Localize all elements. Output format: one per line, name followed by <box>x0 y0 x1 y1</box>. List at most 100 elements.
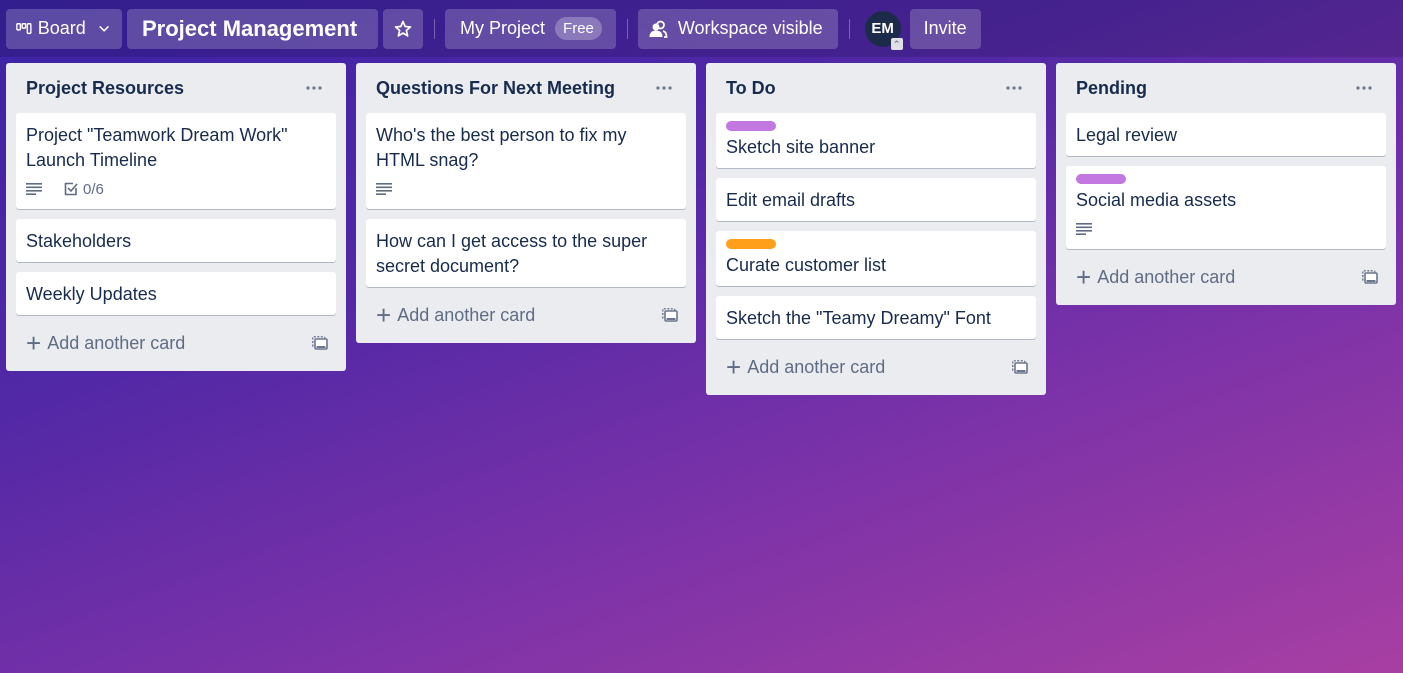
card-template-icon <box>1362 270 1378 284</box>
list-footer: + Add another card <box>366 297 686 333</box>
more-icon <box>656 86 672 90</box>
add-card-button[interactable]: + Add another card <box>726 354 885 380</box>
member-avatar[interactable]: EM ⌃ <box>864 10 903 50</box>
list-header: Questions For Next Meeting <box>366 63 686 113</box>
checklist-icon <box>64 182 78 196</box>
card[interactable]: Sketch the "Teamy Dreamy" Font <box>716 296 1036 339</box>
card-title: Weekly Updates <box>26 284 157 304</box>
add-card-button[interactable]: + Add another card <box>1076 264 1235 290</box>
create-from-template-button[interactable] <box>1012 360 1028 374</box>
list-pending: Pending Legal review Social media assets… <box>1056 63 1396 305</box>
board-view-switcher[interactable]: Board <box>6 8 122 49</box>
description-icon <box>1076 223 1092 235</box>
list-title[interactable]: To Do <box>726 78 776 99</box>
board-header: Board Project Management My Project Free… <box>0 0 1403 57</box>
list-questions-for-next-meeting: Questions For Next Meeting Who's the bes… <box>356 63 696 343</box>
create-from-template-button[interactable] <box>312 336 328 350</box>
list-title[interactable]: Questions For Next Meeting <box>376 78 615 99</box>
list-footer: + Add another card <box>716 349 1036 385</box>
card[interactable]: Legal review <box>1066 113 1386 156</box>
card-title: Sketch the "Teamy Dreamy" Font <box>726 308 991 328</box>
card[interactable]: Stakeholders <box>16 219 336 262</box>
list-header: Project Resources <box>16 63 336 113</box>
card-label-purple[interactable] <box>1076 174 1126 184</box>
card-template-icon <box>312 336 328 350</box>
more-icon <box>1006 86 1022 90</box>
plus-icon: + <box>376 300 392 330</box>
card[interactable]: Project "Teamwork Dream Work" Launch Tim… <box>16 113 336 209</box>
card-template-icon <box>662 308 678 322</box>
card-title: Curate customer list <box>726 255 887 275</box>
add-card-label: Add another card <box>47 332 186 353</box>
more-icon <box>306 86 322 90</box>
plan-badge: Free <box>555 17 602 40</box>
card[interactable]: Who's the best person to fix my HTML sna… <box>366 113 686 209</box>
card-title: Project "Teamwork Dream Work" Launch Tim… <box>26 125 288 170</box>
card[interactable]: How can I get access to the super secret… <box>366 219 686 287</box>
list-footer: + Add another card <box>16 325 336 361</box>
card[interactable]: Social media assets <box>1066 166 1386 249</box>
list-title[interactable]: Pending <box>1076 78 1147 99</box>
card[interactable]: Curate customer list <box>716 231 1036 286</box>
add-card-label: Add another card <box>1097 266 1236 287</box>
chevron-down-icon <box>98 25 109 32</box>
description-icon <box>376 183 392 195</box>
invite-button[interactable]: Invite <box>909 8 981 49</box>
header-divider <box>434 18 435 39</box>
board-title[interactable]: Project Management <box>127 8 378 49</box>
card-title: Edit email drafts <box>726 190 856 210</box>
list-project-resources: Project Resources Project "Teamwork Drea… <box>6 63 346 371</box>
card-label-purple[interactable] <box>726 121 776 131</box>
workspace-name: My Project <box>460 18 546 38</box>
workspace-visible-icon <box>649 20 668 38</box>
add-card-label: Add another card <box>397 304 536 325</box>
card-title: Stakeholders <box>26 231 132 251</box>
list-header: To Do <box>716 63 1036 113</box>
list-footer: + Add another card <box>1066 259 1386 295</box>
checklist-count: 0/6 <box>83 180 104 198</box>
description-badge <box>376 183 392 195</box>
description-icon <box>26 183 42 195</box>
list-to-do: To Do Sketch site banner Edit email draf… <box>706 63 1046 395</box>
create-from-template-button[interactable] <box>662 308 678 322</box>
card[interactable]: Sketch site banner <box>716 113 1036 168</box>
card-title: How can I get access to the super secret… <box>376 231 648 276</box>
create-from-template-button[interactable] <box>1362 270 1378 284</box>
list-menu-button[interactable] <box>652 76 676 100</box>
card-label-orange[interactable] <box>726 239 776 249</box>
workspace-button[interactable]: My Project Free <box>445 8 616 49</box>
list-menu-button[interactable] <box>302 76 326 100</box>
card[interactable]: Weekly Updates <box>16 272 336 315</box>
visibility-button[interactable]: Workspace visible <box>637 8 838 49</box>
admin-chevron-icon: ⌃ <box>890 37 903 50</box>
visibility-label: Workspace visible <box>677 18 823 38</box>
star-icon <box>394 20 412 37</box>
card-template-icon <box>1012 360 1028 374</box>
star-button[interactable] <box>383 8 423 49</box>
list-menu-button[interactable] <box>1002 76 1026 100</box>
card-title: Sketch site banner <box>726 137 876 157</box>
avatar-initials: EM <box>871 20 894 37</box>
plus-icon: + <box>726 352 742 382</box>
description-badge <box>26 183 42 195</box>
description-badge <box>1076 223 1092 235</box>
add-card-label: Add another card <box>747 356 886 377</box>
list-header: Pending <box>1066 63 1386 113</box>
board-icon <box>16 22 32 34</box>
header-divider <box>848 18 850 39</box>
list-title[interactable]: Project Resources <box>26 78 184 99</box>
plus-icon: + <box>26 328 42 358</box>
card-title: Legal review <box>1076 125 1178 145</box>
checklist-badge: 0/6 <box>64 177 104 202</box>
card-title: Who's the best person to fix my HTML sna… <box>376 125 627 170</box>
add-card-button[interactable]: + Add another card <box>26 330 185 356</box>
list-menu-button[interactable] <box>1352 76 1376 100</box>
more-icon <box>1356 86 1372 90</box>
card[interactable]: Edit email drafts <box>716 178 1036 221</box>
card-badges <box>1076 217 1376 241</box>
card-badges <box>376 177 676 201</box>
card-badges: 0/6 <box>26 177 326 201</box>
add-card-button[interactable]: + Add another card <box>376 302 535 328</box>
plus-icon: + <box>1076 262 1092 292</box>
board-view-label: Board <box>37 18 86 38</box>
